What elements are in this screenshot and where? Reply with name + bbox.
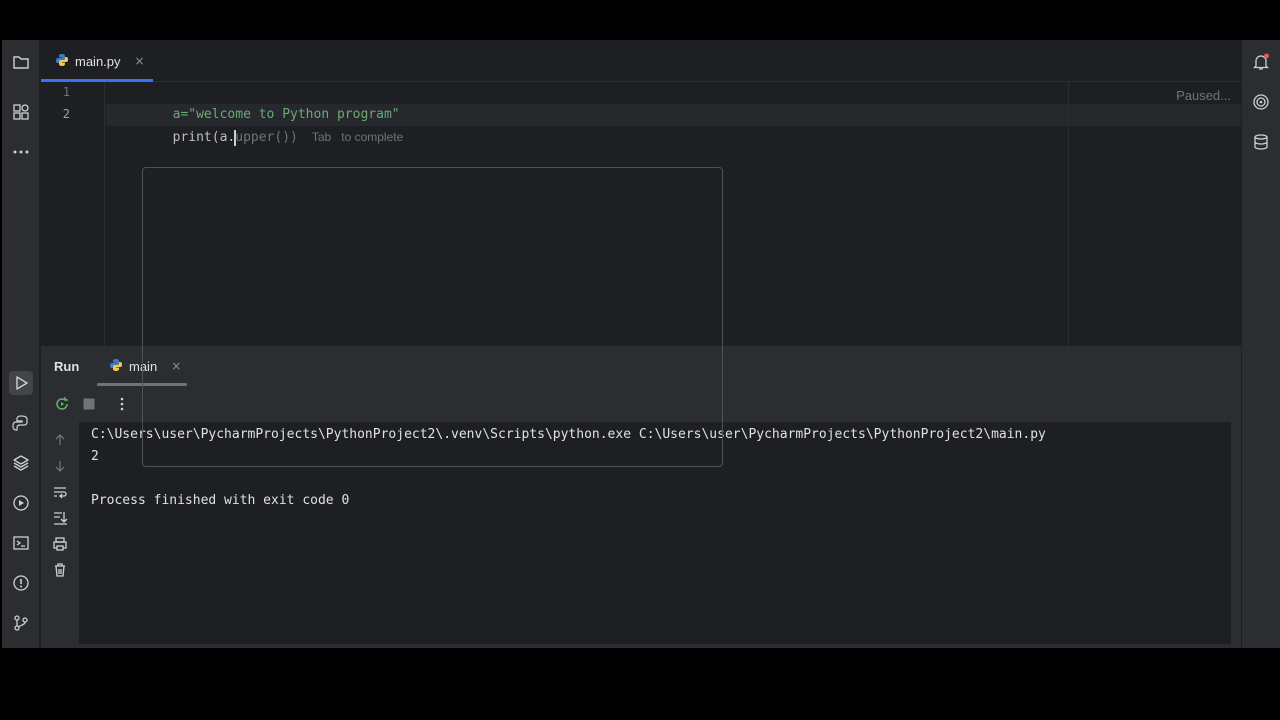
code-line-2[interactable]: print(a.upper()) Tab to complete [110,104,403,146]
database-icon[interactable] [1249,130,1273,154]
completion-hint-key: Tab [311,130,332,144]
editor-tab-bar: main.py × [41,40,1241,82]
line-number: 1 [62,85,70,99]
left-tool-strip [2,40,40,648]
python-file-icon [55,52,69,71]
right-tool-strip [1242,40,1280,648]
scroll-down-icon[interactable] [50,456,70,476]
code-text: print(a. [172,130,236,145]
structure-icon[interactable] [9,100,33,124]
code-line-1[interactable]: a="welcome to Python program" [110,82,400,122]
rerun-icon[interactable] [52,394,72,414]
scroll-to-end-icon[interactable] [50,508,70,528]
services-icon[interactable] [9,491,33,515]
console-line: Process finished with exit code 0 [91,493,350,508]
tab-label: main.py [75,53,121,69]
folder-icon[interactable] [9,50,33,74]
run-icon[interactable] [9,371,33,395]
run-side-toolbar [41,422,79,648]
options-icon[interactable] [112,394,132,414]
inline-completion-preview: upper()) [235,130,298,145]
python-file-icon [109,357,123,376]
right-margin-guide [1068,82,1069,346]
line-number-gutter: 1 2 [41,82,105,346]
git-icon[interactable] [9,611,33,635]
layers-icon[interactable] [9,451,33,475]
line-number: 2 [62,107,70,121]
clear-icon[interactable] [50,560,70,580]
run-title: Run [54,359,80,374]
ai-assistant-icon[interactable] [1249,90,1273,114]
print-icon[interactable] [50,534,70,554]
python-console-icon[interactable] [9,411,33,435]
tab-main-py[interactable]: main.py × [41,40,153,82]
completion-popup [142,167,723,467]
console-line: 2 [91,449,99,464]
problems-icon[interactable] [9,571,33,595]
terminal-icon[interactable] [9,531,33,555]
soft-wrap-icon[interactable] [50,482,70,502]
status-text: Paused... [1176,88,1231,103]
notifications-icon[interactable] [1249,50,1273,74]
more-icon[interactable] [9,140,33,164]
ide-window: main.py × 1 2 a="welcome to Python progr… [2,40,1280,648]
close-icon[interactable]: × [135,54,145,68]
scroll-up-icon[interactable] [50,430,70,450]
completion-hint-text: to complete [341,130,404,144]
stop-icon[interactable] [79,394,99,414]
